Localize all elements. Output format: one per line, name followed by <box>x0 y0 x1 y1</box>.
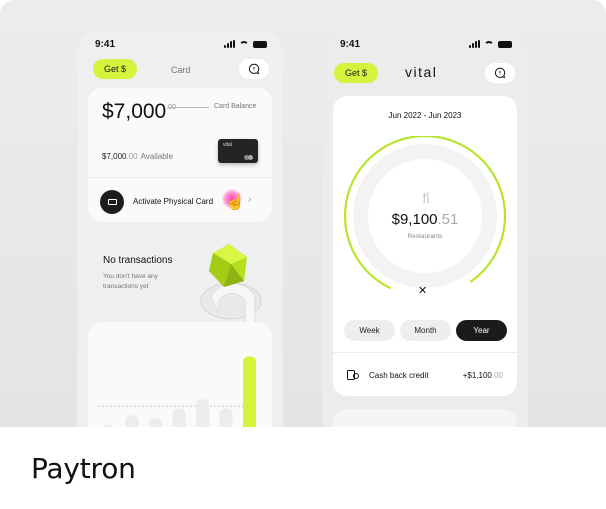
get-money-button[interactable]: Get $ <box>93 59 138 79</box>
status-icons <box>224 40 267 48</box>
cashback-label: Cash back credit <box>369 371 429 380</box>
available-amount: $7,000.00 Available <box>102 152 173 161</box>
status-time: 9:41 <box>340 39 361 50</box>
divider <box>333 352 517 353</box>
signal-icon <box>224 40 235 48</box>
card-thumbnail[interactable]: vital <box>218 139 258 163</box>
period-selector: Week Month Year <box>344 320 507 341</box>
wifi-icon <box>239 40 249 48</box>
divider <box>88 177 272 178</box>
chevron-right-icon: › <box>248 194 252 205</box>
date-range-label[interactable]: Jun 2022 - Jun 2023 <box>333 111 517 120</box>
spending-bars <box>98 356 256 427</box>
get-money-button[interactable]: Get $ <box>334 63 379 83</box>
activate-card-link[interactable]: Activate Physical Card <box>133 197 213 206</box>
brand-name: Paytron <box>31 452 136 485</box>
wifi-icon <box>484 40 494 48</box>
spending-panel: Jun 2022 - Jun 2023 🍴 $9,100.51 Restaura… <box>333 96 517 396</box>
period-week-button[interactable]: Week <box>344 320 395 341</box>
chat-button[interactable] <box>239 59 269 79</box>
next-panel <box>333 409 517 427</box>
chat-button[interactable] <box>485 63 515 83</box>
chat-icon <box>494 67 506 79</box>
divider-line <box>169 107 209 108</box>
no-transactions-subtitle: You don't have any transactions yet <box>103 273 158 290</box>
pointer-hand-icon: ☝ <box>226 194 245 211</box>
cashback-value: +$1,100.00 <box>462 371 503 380</box>
showcase-stage: 9:41 Get $ Card $7,000.00 Card Balance $… <box>0 0 606 427</box>
status-icons <box>469 40 512 48</box>
spending-bar <box>125 415 139 427</box>
app-logo: vital <box>405 64 438 80</box>
spending-bar <box>219 408 233 427</box>
cashback-icon <box>347 370 359 380</box>
category-label: Restaurants <box>407 233 443 240</box>
signal-icon <box>469 40 480 48</box>
spending-bar <box>172 408 186 427</box>
mastercard-icon <box>244 155 253 160</box>
period-month-button[interactable]: Month <box>400 320 451 341</box>
left-phone: 9:41 Get $ Card $7,000.00 Card Balance $… <box>77 31 283 427</box>
spending-bar <box>243 356 256 427</box>
gem-illustration <box>200 244 262 329</box>
card-balance-label: Card Balance <box>214 103 257 110</box>
chat-icon <box>248 63 260 75</box>
spending-bar <box>196 399 209 427</box>
balance-card: $7,000.00 Card Balance $7,000.00Availabl… <box>88 88 272 222</box>
period-year-button[interactable]: Year <box>456 320 507 341</box>
card-icon <box>100 190 124 214</box>
close-icon[interactable]: ✕ <box>418 284 427 297</box>
right-phone: 9:41 Get $ vital Jun 2022 - Jun 2023 🍴 $… <box>322 31 528 427</box>
page-title: Card <box>171 65 191 75</box>
battery-icon <box>253 40 267 48</box>
battery-icon <box>498 40 512 48</box>
no-transactions-title: No transactions <box>103 255 173 266</box>
spending-chart-card <box>88 322 272 427</box>
status-time: 9:41 <box>95 39 116 50</box>
restaurant-icon: 🍴 <box>420 193 433 204</box>
card-balance-amount: $7,000.00 <box>102 100 176 123</box>
spending-bar <box>149 418 162 427</box>
card-brand-text: vital <box>223 142 232 148</box>
spending-amount: $9,100.51 <box>391 211 459 228</box>
